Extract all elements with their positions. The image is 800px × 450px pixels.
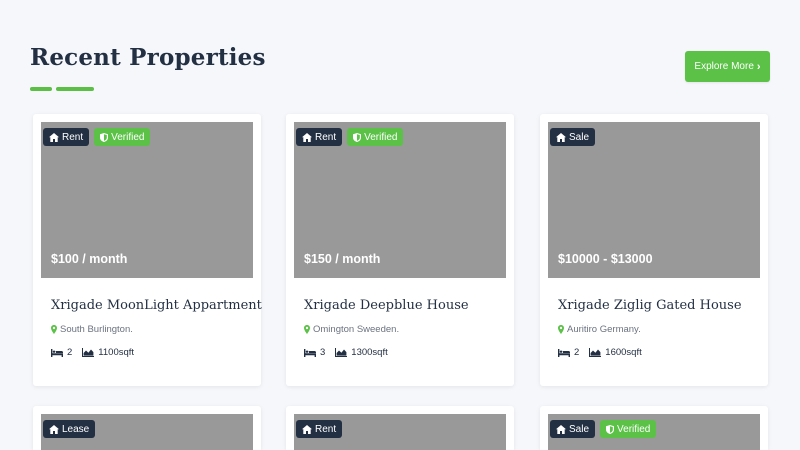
- property-card[interactable]: Rent Verified $150 / month Xrigade Deepb…: [286, 114, 514, 386]
- area-size: 1100sqft: [98, 347, 135, 358]
- explore-more-label: Explore More: [694, 61, 754, 72]
- listing-type-badge: Lease: [43, 420, 96, 438]
- bed-icon: [558, 348, 570, 357]
- shield-icon: [606, 424, 615, 434]
- shield-icon: [100, 132, 109, 142]
- property-card[interactable]: Sale Verified: [540, 406, 768, 450]
- shield-icon: [353, 132, 362, 142]
- home-icon: [556, 132, 566, 142]
- area-size: 1600sqft: [605, 347, 642, 358]
- chevron-right-icon: ›: [756, 60, 761, 73]
- map-marker-icon: [304, 325, 310, 334]
- listing-type-badge: Sale: [550, 128, 596, 146]
- map-marker-icon: [51, 325, 57, 334]
- home-icon: [302, 132, 312, 142]
- bed-icon: [304, 348, 316, 357]
- verified-badge: Verified: [600, 420, 657, 438]
- listing-type-badge: Rent: [43, 128, 90, 146]
- home-icon: [49, 132, 59, 142]
- listing-type-badge: Rent: [296, 128, 343, 146]
- property-image[interactable]: Rent: [294, 414, 506, 450]
- bed-icon: [51, 348, 63, 357]
- property-meta: 3 1300sqft: [304, 347, 388, 358]
- home-icon: [556, 424, 566, 434]
- property-card[interactable]: Lease: [33, 406, 261, 450]
- listing-type-badge: Rent: [296, 420, 343, 438]
- property-image[interactable]: Sale $10000 - $13000: [548, 122, 760, 278]
- property-name[interactable]: Xrigade MoonLight Appartment: [51, 298, 262, 313]
- property-card[interactable]: Sale $10000 - $13000 Xrigade Ziglig Gate…: [540, 114, 768, 386]
- property-price: $150 / month: [304, 252, 381, 266]
- home-icon: [49, 424, 59, 434]
- property-image[interactable]: Rent Verified $100 / month: [41, 122, 253, 278]
- property-price: $10000 - $13000: [558, 252, 653, 266]
- home-icon: [302, 424, 312, 434]
- property-meta: 2 1600sqft: [558, 347, 642, 358]
- bed-count: 3: [320, 347, 326, 358]
- property-card[interactable]: Rent: [286, 406, 514, 450]
- verified-badge: Verified: [94, 128, 151, 146]
- area-chart-icon: [335, 348, 348, 357]
- verified-badge: Verified: [347, 128, 404, 146]
- property-card[interactable]: Rent Verified $100 / month Xrigade MoonL…: [33, 114, 262, 386]
- area-chart-icon: [82, 348, 95, 357]
- bed-count: 2: [67, 347, 73, 358]
- property-image[interactable]: Sale Verified: [548, 414, 760, 450]
- property-location: South Burlington.: [51, 324, 133, 335]
- listing-type-badge: Sale: [550, 420, 596, 438]
- section-title: Recent Properties: [30, 44, 266, 71]
- bed-count: 2: [574, 347, 580, 358]
- map-marker-icon: [558, 325, 564, 334]
- property-price: $100 / month: [51, 252, 128, 266]
- explore-more-button[interactable]: Explore More ›: [685, 51, 770, 82]
- title-underline: [30, 87, 94, 91]
- property-image[interactable]: Lease: [41, 414, 253, 450]
- property-name[interactable]: Xrigade Deepblue House: [304, 298, 469, 313]
- property-image[interactable]: Rent Verified $150 / month: [294, 122, 506, 278]
- property-location: Auritiro Germany.: [558, 324, 641, 335]
- property-location: Omington Sweeden.: [304, 324, 399, 335]
- property-meta: 2 1100sqft: [51, 347, 134, 358]
- area-size: 1300sqft: [351, 347, 388, 358]
- property-name[interactable]: Xrigade Ziglig Gated House: [558, 298, 742, 313]
- area-chart-icon: [589, 348, 602, 357]
